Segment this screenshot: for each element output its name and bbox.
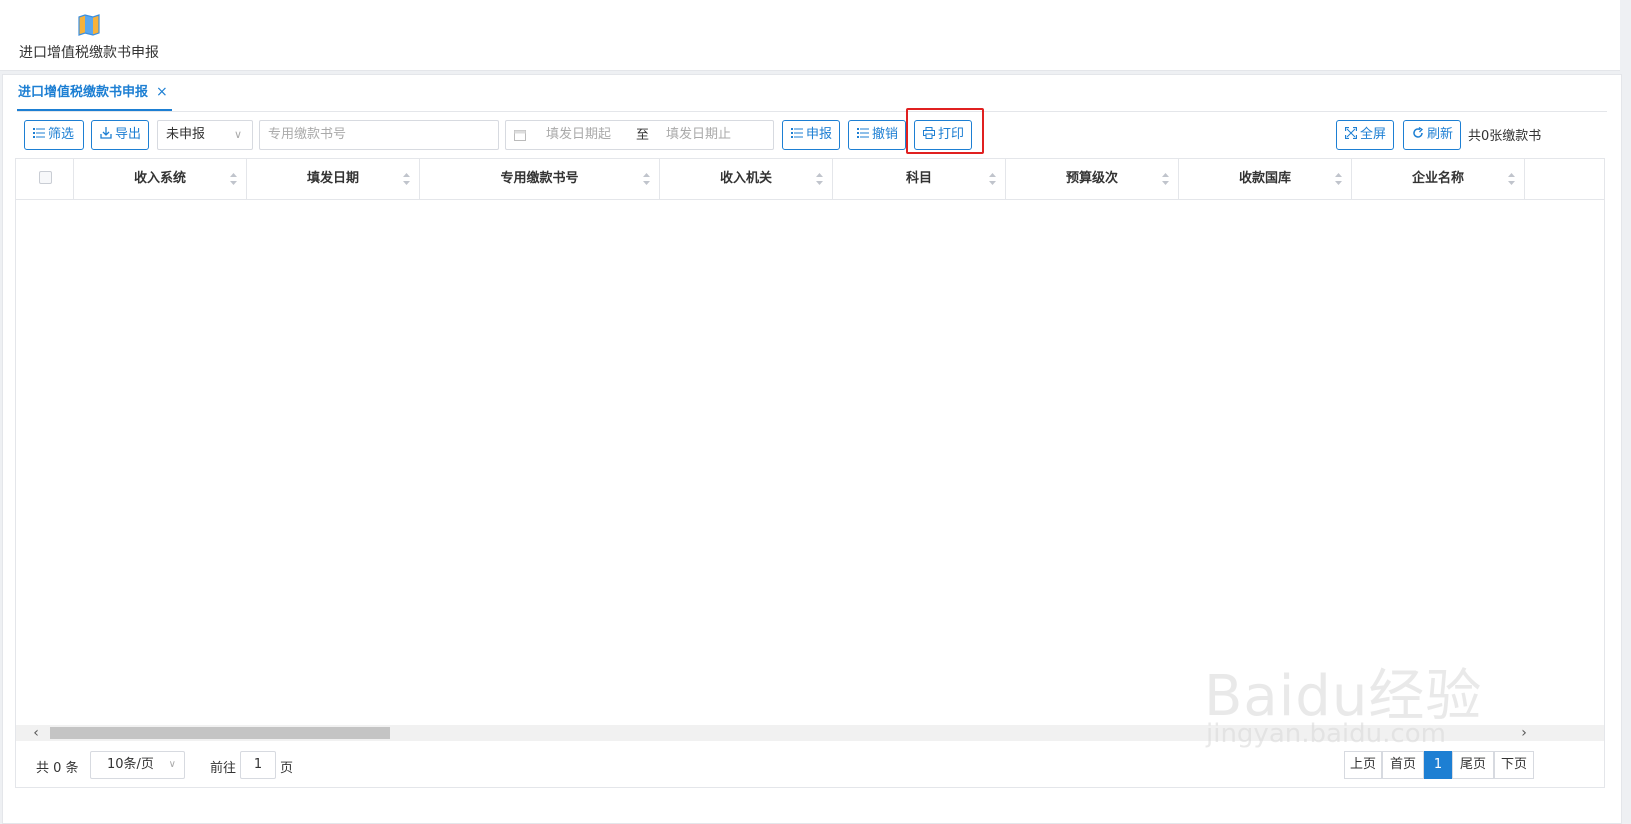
filter-button[interactable]: 筛选 (24, 120, 84, 150)
top-bar: 进口增值税缴款书申报 (0, 0, 1620, 71)
sort-icon (1162, 173, 1169, 185)
date-range-picker[interactable]: 填发日期起 至 填发日期止 (505, 120, 774, 150)
date-end-input[interactable]: 填发日期止 (666, 121, 731, 149)
grid-header: 收入系统 填发日期 专用缴款书号 收入机关 科目 预算级次 收款国库 企业名称 (16, 159, 1604, 200)
page-size-value: 10条/页 (107, 757, 154, 772)
last-page-button[interactable]: 尾页 (1452, 751, 1494, 779)
data-grid: 收入系统 填发日期 专用缴款书号 收入机关 科目 预算级次 收款国库 企业名称 … (15, 158, 1605, 788)
column-header[interactable]: 收款国库 (1179, 159, 1352, 199)
book-number-input[interactable]: 专用缴款书号 (259, 120, 499, 150)
column-header-label: 收入系统 (133, 171, 186, 186)
next-page-button[interactable]: 下页 (1494, 751, 1534, 779)
page-size-select[interactable]: 10条/页 ∨ (90, 751, 185, 779)
header-select-all (16, 159, 74, 199)
toolbar: 筛选 导出 未申报 ∨ 专用缴款书号 填发日期起 至 填发日期止 申报 撤销 打… (24, 120, 1614, 152)
column-header-label: 收入机关 (719, 171, 772, 186)
date-separator: 至 (636, 128, 650, 143)
scroll-right-icon[interactable]: › (1516, 725, 1532, 741)
column-header-label: 收款国库 (1238, 171, 1291, 186)
column-header[interactable]: 科目 (833, 159, 1006, 199)
print-highlight-box (906, 108, 984, 154)
chevron-down-icon: ∨ (233, 128, 242, 141)
refresh-icon (1413, 127, 1424, 138)
column-header-label: 企业名称 (1411, 171, 1464, 186)
column-header[interactable]: 预算级次 (1006, 159, 1179, 199)
declare-button-label: 申报 (806, 127, 833, 142)
column-header-label: 科目 (905, 171, 932, 186)
revoke-button-label: 撤销 (872, 127, 899, 142)
tab-close-icon[interactable]: × (156, 84, 168, 100)
app-launcher-label: 进口增值税缴款书申报 (19, 45, 159, 61)
goto-unit: 页 (280, 761, 294, 776)
column-header[interactable]: 收入系统 (74, 159, 247, 199)
horizontal-scrollbar[interactable]: ‹ › (16, 725, 1604, 741)
scrollbar-thumb[interactable] (50, 727, 390, 739)
refresh-button-label: 刷新 (1427, 127, 1454, 142)
goto-label: 前往 (210, 761, 237, 776)
export-icon (100, 127, 112, 139)
list-icon (857, 128, 869, 138)
column-header[interactable]: 收入机关 (660, 159, 833, 199)
fullscreen-icon (1345, 127, 1357, 139)
app-launcher-import-vat[interactable]: 进口增值税缴款书申报 (14, 12, 164, 64)
tab-bar: 进口增值税缴款书申报 × (17, 75, 1607, 112)
scroll-left-icon[interactable]: ‹ (28, 725, 44, 741)
chevron-down-icon: ∨ (168, 759, 176, 770)
tab-label: 进口增值税缴款书申报 (18, 85, 149, 100)
prev-page-button[interactable]: 上页 (1344, 751, 1382, 779)
sort-icon (643, 173, 650, 185)
tab-import-vat[interactable]: 进口增值税缴款书申报 × (17, 75, 172, 111)
export-button-label: 导出 (115, 127, 142, 142)
first-page-button[interactable]: 首页 (1382, 751, 1424, 779)
sort-icon (989, 173, 996, 185)
sort-icon (403, 173, 410, 185)
page-number-button[interactable]: 1 (1424, 751, 1452, 779)
column-header-label: 预算级次 (1065, 171, 1118, 186)
fullscreen-button[interactable]: 全屏 (1336, 120, 1394, 150)
goto-page-input[interactable]: 1 (240, 751, 276, 779)
sort-icon (1335, 173, 1342, 185)
pagination: 共 0 条 10条/页 ∨ 前往 1 页 上页 首页 1 尾页 下页 (16, 749, 1604, 785)
declare-button[interactable]: 申报 (782, 120, 840, 150)
list-icon (791, 128, 803, 138)
calendar-icon (514, 130, 526, 141)
select-all-checkbox[interactable] (39, 171, 52, 184)
column-header[interactable]: 专用缴款书号 (420, 159, 660, 199)
list-icon (33, 128, 45, 138)
date-start-input[interactable]: 填发日期起 (546, 121, 611, 149)
sort-icon (1508, 173, 1515, 185)
status-select-value: 未申报 (166, 127, 206, 142)
status-select[interactable]: 未申报 ∨ (157, 120, 253, 150)
sort-icon (816, 173, 823, 185)
map-icon (78, 14, 100, 36)
export-button[interactable]: 导出 (91, 120, 149, 150)
refresh-button[interactable]: 刷新 (1403, 120, 1461, 150)
voucher-count-text: 共0张缴款书 (1468, 129, 1542, 144)
column-header-label: 专用缴款书号 (500, 171, 579, 186)
column-header[interactable]: 企业名称 (1352, 159, 1525, 199)
column-header[interactable]: 填发日期 (247, 159, 420, 199)
filter-button-label: 筛选 (48, 127, 75, 142)
column-header-label: 填发日期 (306, 171, 359, 186)
revoke-button[interactable]: 撤销 (848, 120, 906, 150)
total-count: 共 0 条 (36, 761, 79, 776)
fullscreen-button-label: 全屏 (1360, 127, 1387, 142)
sort-icon (230, 173, 237, 185)
